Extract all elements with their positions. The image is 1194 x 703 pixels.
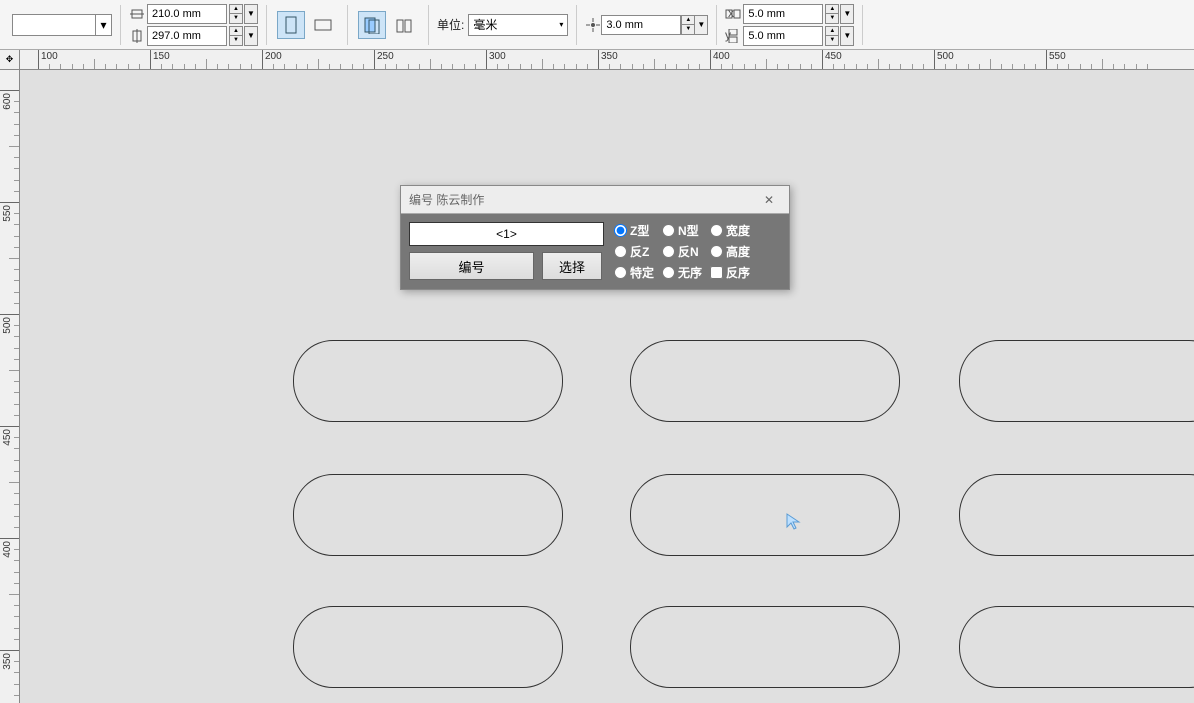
radio-reverse-n[interactable]: 反N — [662, 243, 702, 260]
units-select[interactable]: 毫米 ▾ — [468, 14, 568, 36]
units-value: 毫米 — [473, 16, 497, 33]
dup-y-icon: y — [725, 28, 741, 44]
radio-z[interactable]: Z型 — [614, 222, 654, 239]
rounded-rect-shape[interactable] — [959, 474, 1194, 556]
page-width-input[interactable]: 210.0 mm — [147, 4, 227, 24]
numbering-dialog: 编号 陈云制作 ✕ 编号 选择 Z型 N型 宽度 反Z 反N 高度 特定 无序 — [400, 185, 790, 290]
rounded-rect-shape[interactable] — [293, 474, 563, 556]
radio-specific[interactable]: 特定 — [614, 264, 654, 281]
nudge-input[interactable]: 3.0 mm — [601, 15, 681, 35]
page-width-spinner[interactable]: ▲▼ — [229, 4, 243, 24]
chevron-down-icon: ▾ — [95, 15, 111, 35]
dup-x-spinner[interactable]: ▲▼ — [825, 4, 839, 24]
nudge-dropdown[interactable]: ▼ — [694, 15, 708, 35]
select-button[interactable]: 选择 — [542, 252, 602, 280]
rounded-rect-shape[interactable] — [630, 340, 900, 422]
rounded-rect-shape[interactable] — [959, 606, 1194, 688]
page-width-icon — [129, 6, 145, 22]
dialog-title-text: 编号 陈云制作 — [409, 191, 484, 208]
toolbar: ▾ 210.0 mm ▲▼ ▼ 297.0 mm ▲▼ ▼ — [0, 0, 1194, 50]
svg-text:y: y — [725, 29, 731, 42]
preset-dropdown[interactable]: ▾ — [12, 14, 112, 36]
dup-y-dropdown[interactable]: ▼ — [840, 26, 854, 46]
rounded-rect-shape[interactable] — [293, 340, 563, 422]
close-icon[interactable]: ✕ — [757, 190, 781, 210]
dup-x-dropdown[interactable]: ▼ — [840, 4, 854, 24]
nudge-spinner[interactable]: ▲▼ — [681, 15, 695, 35]
checkbox-reverse[interactable]: 反序 — [710, 264, 750, 281]
chevron-down-icon: ▾ — [559, 20, 563, 29]
dup-x-input[interactable]: 5.0 mm — [743, 4, 823, 24]
dup-y-spinner[interactable]: ▲▼ — [825, 26, 839, 46]
rounded-rect-shape[interactable] — [959, 340, 1194, 422]
rounded-rect-shape[interactable] — [293, 606, 563, 688]
number-button[interactable]: 编号 — [409, 252, 534, 280]
workspace: ✥ 100150200250300350400450500550 6005505… — [0, 50, 1194, 703]
radio-height[interactable]: 高度 — [710, 243, 750, 260]
dialog-titlebar[interactable]: 编号 陈云制作 ✕ — [401, 186, 789, 214]
portrait-button[interactable] — [277, 11, 305, 39]
landscape-button[interactable] — [309, 11, 337, 39]
canvas[interactable] — [20, 70, 1194, 703]
ruler-horizontal[interactable]: 100150200250300350400450500550 — [20, 50, 1194, 70]
rounded-rect-shape[interactable] — [630, 606, 900, 688]
page-apply-current-button[interactable] — [358, 11, 386, 39]
radio-reverse-z[interactable]: 反Z — [614, 243, 654, 260]
page-height-icon — [129, 28, 145, 44]
ruler-vertical[interactable]: 600550500450400350 — [0, 70, 20, 703]
ruler-origin[interactable]: ✥ — [0, 50, 20, 70]
page — [30, 70, 1194, 703]
page-height-spinner[interactable]: ▲▼ — [229, 26, 243, 46]
page-width-dropdown[interactable]: ▼ — [244, 4, 258, 24]
nudge-icon — [585, 17, 601, 33]
radio-width[interactable]: 宽度 — [710, 222, 750, 239]
number-format-input[interactable] — [409, 222, 604, 246]
svg-text:x: x — [728, 7, 734, 20]
dup-x-icon: x — [725, 6, 741, 22]
rounded-rect-shape[interactable] — [630, 474, 900, 556]
radio-random[interactable]: 无序 — [662, 264, 702, 281]
page-height-input[interactable]: 297.0 mm — [147, 26, 227, 46]
units-label: 单位: — [437, 16, 464, 33]
radio-n[interactable]: N型 — [662, 222, 702, 239]
page-apply-all-button[interactable] — [390, 11, 418, 39]
dup-y-input[interactable]: 5.0 mm — [743, 26, 823, 46]
page-height-dropdown[interactable]: ▼ — [244, 26, 258, 46]
